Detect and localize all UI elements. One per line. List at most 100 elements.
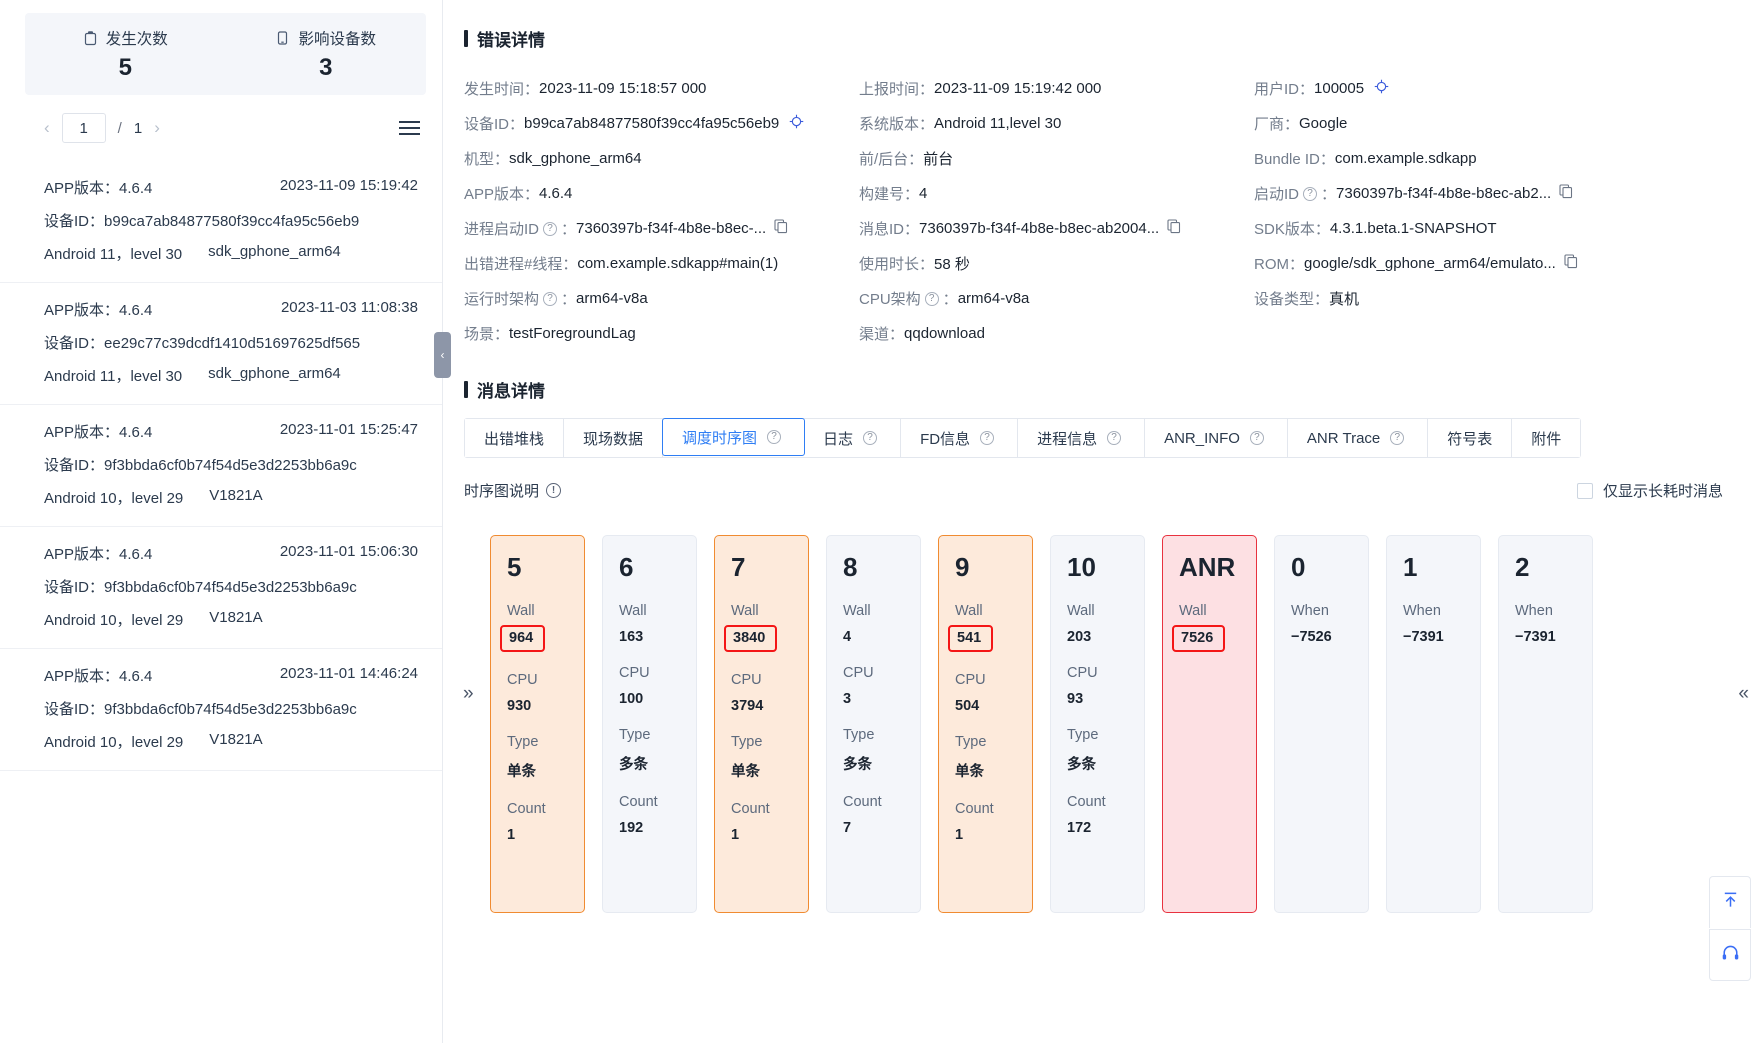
locate-user-icon[interactable]	[1374, 79, 1389, 98]
list-item[interactable]: APP版本：4.6.4 2023-11-03 11:08:38 设备ID：ee2…	[0, 283, 442, 405]
list-item-version: APP版本：4.6.4	[44, 668, 153, 685]
card-cpu-value: 100	[619, 691, 644, 707]
timeline-scroll-left-button[interactable]: »	[463, 683, 474, 705]
card-cpu-label: CPU	[843, 665, 874, 681]
list-item[interactable]: APP版本：4.6.4 2023-11-01 15:06:30 设备ID：9f3…	[0, 527, 442, 649]
detail-panel: 错误详情 发生时间： 2023-11-09 15:18:57 000 上报时间： 2…	[443, 0, 1763, 1043]
timeline-legend-button[interactable]: 时序图说明 !	[464, 480, 562, 501]
locate-device-icon[interactable]	[789, 114, 804, 133]
field-launch-id: 启动ID ? ： 7360397b-f34f-4b8e-b8ec-ab2...	[1254, 176, 1763, 211]
card-count-label: Count	[619, 794, 658, 810]
help-icon[interactable]: ?	[863, 431, 878, 445]
timeline-card[interactable]: 10 Wall 203 CPU 93 Type 多条 Count 172	[1050, 535, 1145, 913]
list-item[interactable]: APP版本：4.6.4 2023-11-01 15:25:47 设备ID：9f3…	[0, 405, 442, 527]
pagination-prev-button[interactable]: ‹	[44, 118, 50, 138]
tab-error-stack[interactable]: 出错堆栈	[465, 419, 565, 457]
help-icon[interactable]: ?	[980, 431, 995, 445]
help-icon[interactable]: ?	[1390, 431, 1405, 445]
timeline-card[interactable]: 5 Wall 964 CPU 930 Type 单条 Count 1	[490, 535, 585, 913]
pagination-total: 1	[133, 119, 143, 137]
card-type-value: 单条	[955, 764, 984, 780]
card-type-label: Type	[507, 734, 539, 750]
tab-attachments[interactable]: 附件	[1512, 419, 1581, 457]
list-item[interactable]: APP版本：4.6.4 2023-11-09 15:19:42 设备ID：b99…	[0, 161, 442, 283]
scroll-to-top-icon	[1721, 890, 1740, 915]
tab-schedule-timeline[interactable]: 调度时序图?	[662, 418, 806, 456]
support-button[interactable]	[1709, 929, 1751, 981]
info-icon[interactable]: !	[546, 483, 562, 498]
list-item-version: APP版本：4.6.4	[44, 180, 153, 197]
card-count-value: 7	[843, 820, 852, 836]
timeline-card[interactable]: 8 Wall 4 CPU 3 Type 多条 Count 7	[826, 535, 921, 913]
list-item-version: APP版本：4.6.4	[44, 546, 153, 563]
card-cpu-value: 930	[507, 698, 532, 714]
timeline-scroll-right-button[interactable]: «	[1738, 683, 1749, 705]
tab-anr-trace[interactable]: ANR Trace?	[1287, 419, 1429, 457]
copy-icon[interactable]	[1559, 184, 1573, 203]
card-when-value: −7526	[1291, 629, 1332, 645]
card-index: 9	[955, 552, 970, 582]
scroll-to-top-button[interactable]	[1709, 876, 1751, 928]
timeline-card[interactable]: 6 Wall 163 CPU 100 Type 多条 Count 192	[602, 535, 697, 913]
tab-scene-data[interactable]: 现场数据	[564, 419, 664, 457]
list-item-system: Android 10，level 29 V1821A	[44, 609, 418, 630]
help-icon[interactable]: ?	[1107, 431, 1122, 445]
stat-occurrences: 发生次数 5	[25, 27, 226, 82]
card-cpu-label: CPU	[955, 672, 986, 688]
field-cpu-arch: CPU架构 ? ： arm64-v8a	[859, 290, 1030, 308]
list-item-os: Android 11，level 30	[44, 368, 183, 385]
tab-process-info[interactable]: 进程信息?	[1018, 419, 1146, 457]
timeline-card[interactable]: 9 Wall 541 CPU 504 Type 单条 Count 1	[938, 535, 1033, 913]
filter-long-messages-label: 仅显示长耗时消息	[1602, 483, 1723, 500]
list-menu-icon[interactable]	[399, 121, 420, 135]
filter-long-messages-checkbox[interactable]: 仅显示长耗时消息	[1576, 480, 1723, 501]
copy-icon[interactable]	[1167, 219, 1181, 238]
field-bundle-id: Bundle ID： com.example.sdkapp	[1254, 150, 1477, 168]
help-icon[interactable]: ?	[543, 221, 558, 236]
tab-fd-info[interactable]: FD信息?	[901, 419, 1019, 457]
card-cpu-value: 93	[1067, 691, 1084, 707]
pagination-next-button[interactable]: ›	[154, 118, 160, 138]
checkbox-box[interactable]	[1576, 482, 1593, 499]
timeline-card[interactable]: 1 When −7391	[1386, 535, 1481, 913]
list-item[interactable]: APP版本：4.6.4 2023-11-01 14:46:24 设备ID：9f3…	[0, 649, 442, 771]
tab-symbol-table[interactable]: 符号表	[1428, 419, 1513, 457]
list-item-device: 设备ID：b99ca7ab84877580f39cc4fa95c56eb9	[44, 213, 360, 230]
field-occur-time: 发生时间： 2023-11-09 15:18:57 000	[464, 80, 707, 98]
card-type-value: 多条	[1067, 757, 1096, 773]
timeline-cards[interactable]: 5 Wall 964 CPU 930 Type 单条 Count 1 6 Wal…	[450, 535, 1763, 913]
help-icon[interactable]: ?	[543, 291, 558, 306]
help-icon[interactable]: ?	[767, 430, 782, 444]
card-cpu-value: 504	[955, 698, 980, 714]
field-device-id: 设备ID： b99ca7ab84877580f39cc4fa95c56eb9	[464, 106, 859, 141]
card-count-label: Count	[1067, 794, 1106, 810]
list-item-os: Android 11，level 30	[44, 246, 183, 263]
timeline-options: 时序图说明 ! 仅显示长耗时消息	[464, 480, 1763, 501]
pagination-page-input[interactable]: 1	[61, 113, 106, 143]
list-item-time: 2023-11-01 15:25:47	[279, 421, 418, 438]
timeline-card[interactable]: 2 When −7391	[1498, 535, 1593, 913]
card-wall-label: Wall	[955, 603, 983, 619]
copy-icon[interactable]	[1564, 254, 1578, 273]
timeline-card[interactable]: 7 Wall 3840 CPU 3794 Type 单条 Count 1	[714, 535, 809, 913]
field-channel: 渠道： qqdownload	[859, 325, 985, 343]
tab-anr-info[interactable]: ANR_INFO?	[1145, 419, 1288, 457]
tab-log[interactable]: 日志?	[804, 419, 902, 457]
panel-collapse-handle[interactable]: ‹	[434, 332, 451, 378]
card-wall-label: Wall	[731, 603, 759, 619]
field-message-id: 消息ID： 7360397b-f34f-4b8e-b8ec-ab2004...	[859, 211, 1254, 246]
card-cpu-value: 3794	[731, 698, 764, 714]
card-index: 10	[1067, 552, 1096, 582]
message-detail-tabs: 出错堆栈 现场数据 调度时序图? 日志? FD信息? 进程信息? ANR_INF…	[464, 418, 1582, 458]
floating-action-buttons	[1709, 876, 1751, 981]
help-icon[interactable]: ?	[1303, 186, 1318, 201]
copy-icon[interactable]	[774, 219, 788, 238]
help-icon[interactable]: ?	[1249, 431, 1264, 445]
message-detail-title-text: 消息详情	[477, 382, 545, 401]
timeline-card[interactable]: 0 When −7526	[1274, 535, 1369, 913]
card-index: 0	[1291, 552, 1306, 582]
list-item-header: APP版本：4.6.4 2023-11-09 15:19:42	[44, 177, 418, 198]
help-icon[interactable]: ?	[924, 291, 939, 306]
list-item-header: APP版本：4.6.4 2023-11-01 14:46:24	[44, 665, 418, 686]
timeline-card-anr[interactable]: ANR Wall 7526	[1162, 535, 1257, 913]
